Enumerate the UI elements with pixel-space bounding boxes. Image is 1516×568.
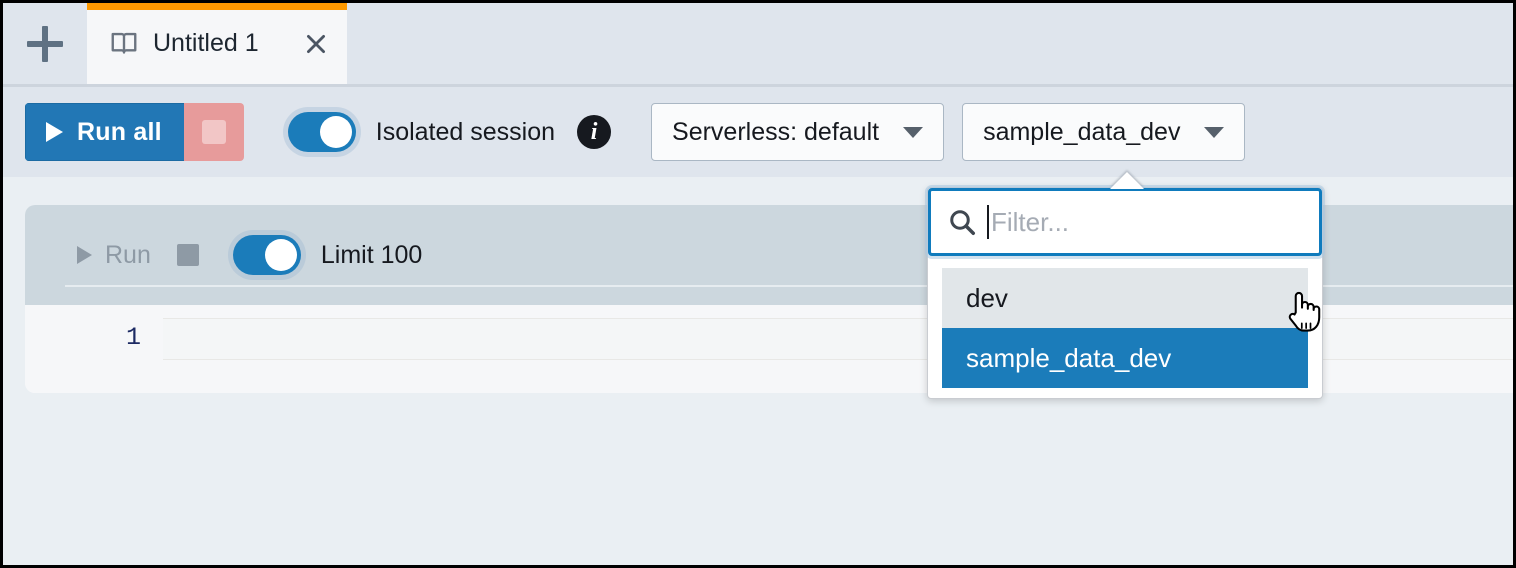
dropdown-filter-placeholder: Filter... — [991, 207, 1069, 238]
isolated-session-control: Isolated session i — [288, 112, 611, 152]
new-notebook-tab-button[interactable] — [3, 3, 87, 84]
isolated-session-toggle[interactable] — [288, 112, 356, 152]
cell-limit-label: Limit 100 — [321, 241, 422, 270]
book-icon — [109, 29, 139, 59]
play-icon — [46, 122, 63, 142]
tab-strip: Untitled 1 — [3, 3, 1513, 87]
play-icon — [77, 246, 92, 264]
dropdown-option-dev[interactable]: dev — [942, 268, 1308, 328]
chevron-down-icon — [903, 127, 923, 138]
editor-gutter: 1 — [25, 305, 163, 393]
isolated-session-label: Isolated session — [376, 118, 555, 147]
dropdown-pointer-icon — [1110, 172, 1144, 189]
dropdown-option-sample-data-dev[interactable]: sample_data_dev — [942, 328, 1308, 388]
run-all-button[interactable]: Run all — [25, 103, 184, 161]
line-number: 1 — [126, 323, 141, 352]
tab-label: Untitled 1 — [153, 29, 293, 58]
run-all-button-group: Run all — [25, 103, 244, 161]
run-all-label: Run all — [77, 118, 162, 147]
cell-run-button[interactable]: Run — [77, 241, 151, 270]
database-select-label: sample_data_dev — [983, 118, 1180, 147]
toggle-knob — [265, 239, 297, 271]
cell-limit-control: Limit 100 — [233, 235, 422, 275]
serverless-select-label: Serverless: default — [672, 118, 879, 147]
database-dropdown-panel: Filter... dev sample_data_dev — [927, 187, 1323, 399]
database-select[interactable]: sample_data_dev — [962, 103, 1245, 161]
info-icon[interactable]: i — [577, 115, 611, 149]
cell-stop-button[interactable] — [177, 244, 199, 266]
cell-limit-toggle[interactable] — [233, 235, 301, 275]
notebook-toolbar: Run all Isolated session i Serverless: d… — [3, 87, 1513, 177]
dropdown-option-list: dev sample_data_dev — [928, 256, 1322, 388]
chevron-down-icon — [1204, 127, 1224, 138]
cell-run-label: Run — [105, 241, 151, 270]
tab-untitled-1[interactable]: Untitled 1 — [87, 3, 347, 84]
toggle-knob — [320, 116, 352, 148]
close-icon[interactable] — [303, 31, 329, 57]
stop-icon — [202, 120, 226, 144]
plus-icon — [27, 26, 63, 62]
serverless-select[interactable]: Serverless: default — [651, 103, 944, 161]
dropdown-filter-field[interactable]: Filter... — [928, 188, 1322, 256]
notebook-editor-window: Untitled 1 Run all Isolated session i S — [0, 0, 1516, 568]
search-icon — [947, 207, 977, 237]
text-cursor — [987, 205, 989, 239]
stop-all-button[interactable] — [184, 103, 244, 161]
